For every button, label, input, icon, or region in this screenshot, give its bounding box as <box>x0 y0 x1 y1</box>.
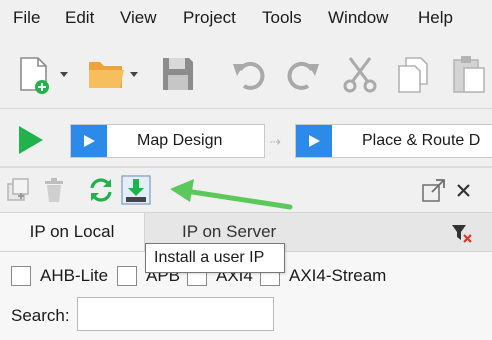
open-folder-icon[interactable] <box>86 54 146 94</box>
search-label: Search: <box>11 306 70 325</box>
flow-step-label: Map Design <box>137 132 223 149</box>
play-icon[interactable] <box>71 125 107 157</box>
checkbox-label: AHB-Lite <box>40 266 109 285</box>
flow-step-map-design[interactable]: Map Design <box>70 124 265 158</box>
install-ip-icon[interactable] <box>121 175 151 205</box>
design-flow-bar: Map Design ⇢ Place & Route D <box>0 110 492 166</box>
flow-step-place-route[interactable]: Place & Route D <box>295 124 492 158</box>
search-input[interactable] <box>77 297 274 331</box>
menu-edit[interactable]: Edit <box>65 8 94 28</box>
tab-ip-on-local[interactable]: IP on Local <box>0 213 145 251</box>
menu-project[interactable]: Project <box>183 8 236 28</box>
menu-file[interactable]: File <box>13 8 40 28</box>
save-icon[interactable] <box>160 54 196 94</box>
menu-window[interactable]: Window <box>328 8 388 28</box>
close-icon[interactable] <box>450 176 478 204</box>
menu-tools[interactable]: Tools <box>262 8 302 28</box>
play-icon[interactable] <box>296 125 332 157</box>
menu-bar: File Edit View Project Tools Window Help <box>0 0 492 36</box>
filter-clear-icon[interactable] <box>450 222 474 244</box>
checkbox-apb[interactable] <box>117 266 137 286</box>
copy-icon[interactable] <box>395 54 431 94</box>
redo-icon[interactable] <box>282 54 322 94</box>
menu-view[interactable]: View <box>120 8 157 28</box>
ip-add-icon[interactable] <box>4 176 32 204</box>
main-toolbar <box>0 36 492 108</box>
new-file-icon[interactable] <box>16 54 76 94</box>
checkbox-ahb-lite[interactable] <box>11 266 31 286</box>
cut-icon[interactable] <box>340 54 380 94</box>
ip-panel-toolbar <box>0 168 492 212</box>
run-icon[interactable] <box>17 124 45 156</box>
flow-step-label: Place & Route D <box>362 132 481 149</box>
paste-icon[interactable] <box>450 54 486 94</box>
delete-icon[interactable] <box>40 176 68 204</box>
refresh-icon[interactable] <box>87 176 115 204</box>
undo-icon[interactable] <box>230 54 270 94</box>
install-ip-tooltip: Install a user IP <box>145 243 285 273</box>
flow-arrow-icon: ⇢ <box>270 134 281 149</box>
checkbox-label: AXI4-Stream <box>289 266 387 285</box>
toolbar-divider <box>0 108 492 109</box>
menu-help[interactable]: Help <box>418 8 453 28</box>
undock-icon[interactable] <box>420 176 448 204</box>
